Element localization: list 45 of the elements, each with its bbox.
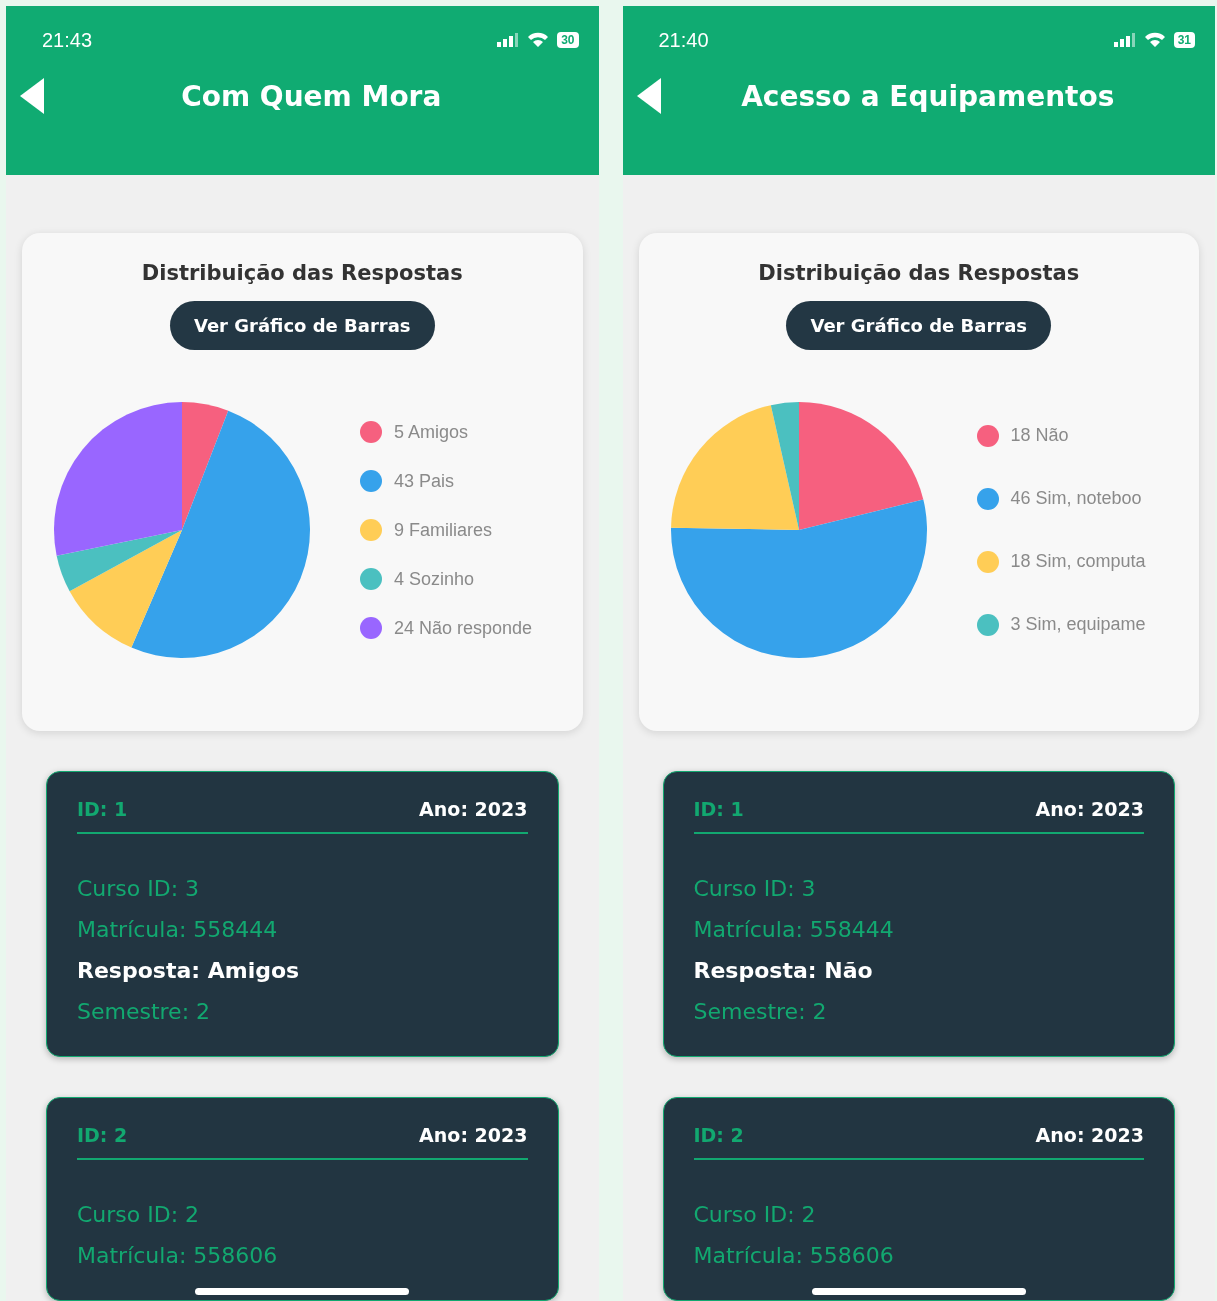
record-field: Semestre: 2 <box>77 991 528 1032</box>
record-field: Curso ID: 3 <box>77 868 528 909</box>
status-time: 21:40 <box>658 28 709 52</box>
legend-label: 5 Amigos <box>394 421 469 443</box>
record-field: Curso ID: 2 <box>693 1194 1144 1235</box>
record-id: ID: 2 <box>693 1124 744 1146</box>
record-field: Matrícula: 558606 <box>77 1235 528 1276</box>
bar-chart-button[interactable]: Ver Gráfico de Barras <box>786 301 1052 350</box>
signal-icon <box>1113 33 1136 47</box>
record-field: Matrícula: 558444 <box>693 909 1144 950</box>
legend-label: 9 Familiares <box>394 519 493 541</box>
record-field: Curso ID: 2 <box>77 1194 528 1235</box>
screen-title: Acesso a Equipamentos <box>740 79 1116 113</box>
record-answer: Resposta: Não <box>693 957 874 985</box>
record-year: Ano: 2023 <box>1035 798 1144 820</box>
record-field: Curso ID: 3 <box>693 868 1144 909</box>
battery-level: 31 <box>1173 32 1195 48</box>
record-id: ID: 2 <box>77 1124 128 1146</box>
wifi-icon <box>527 32 550 48</box>
screen-title: Com Quem Mora <box>180 79 443 113</box>
legend-label: 4 Sozinho <box>394 568 475 590</box>
record-field: Semestre: 2 <box>693 991 1144 1032</box>
legend-label: 18 Sim, computa <box>1010 551 1146 572</box>
legend-label: 3 Sim, equipame <box>1010 614 1146 635</box>
legend-label: 24 Não responde <box>394 617 533 639</box>
record-id: ID: 1 <box>693 798 744 820</box>
legend-label: 18 Não <box>1010 425 1069 446</box>
record-answer: Resposta: Amigos <box>77 957 301 985</box>
record-field: Matrícula: 558606 <box>693 1235 1144 1276</box>
back-icon[interactable] <box>20 78 44 114</box>
wifi-icon <box>1143 32 1166 48</box>
back-icon[interactable] <box>636 78 661 114</box>
card-title: Distribuição das Respostas <box>758 261 1080 285</box>
record-year: Ano: 2023 <box>1035 1124 1144 1146</box>
status-time: 21:43 <box>42 28 93 52</box>
record-field: Matrícula: 558444 <box>77 909 528 950</box>
legend-label: 46 Sim, noteboo <box>1010 488 1142 509</box>
signal-icon <box>497 33 520 47</box>
record-id: ID: 1 <box>77 798 128 820</box>
record-year: Ano: 2023 <box>419 798 528 820</box>
record-year: Ano: 2023 <box>419 1124 528 1146</box>
legend-label: 43 Pais <box>394 470 455 492</box>
bar-chart-button[interactable]: Ver Gráfico de Barras <box>169 301 435 350</box>
battery-level: 30 <box>557 32 579 48</box>
card-title: Distribuição das Respostas <box>141 261 463 285</box>
